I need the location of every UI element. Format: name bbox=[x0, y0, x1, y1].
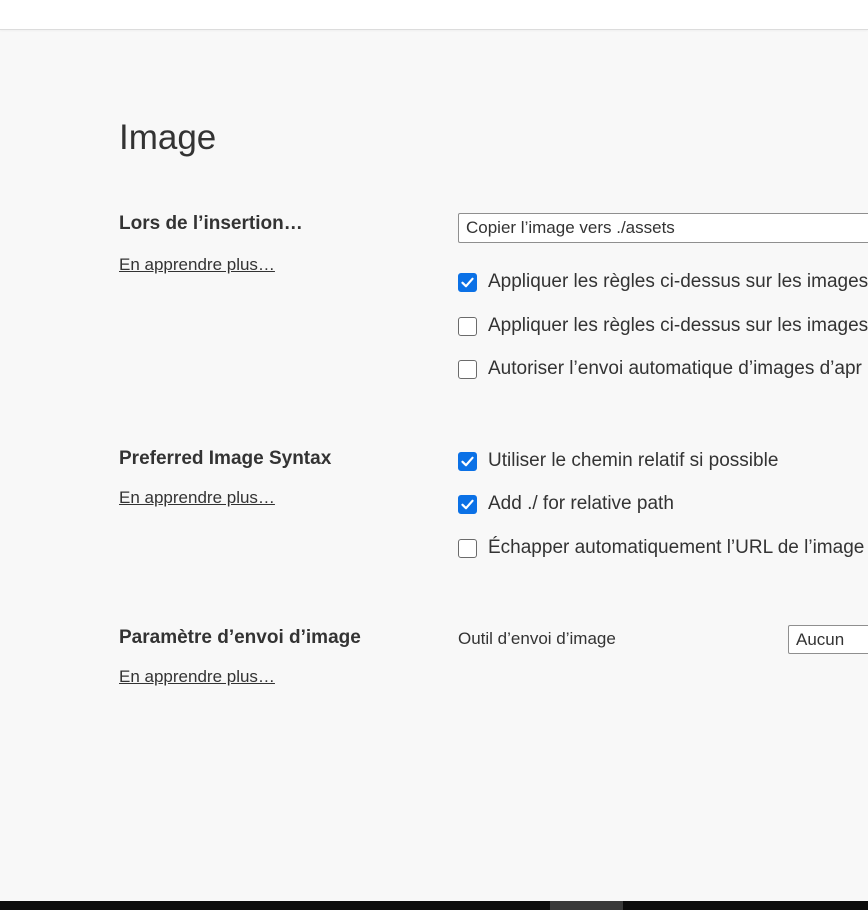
section-title-insertion: Lors de l’insertion… bbox=[119, 213, 303, 234]
checkbox-label: Échapper automatiquement l’URL de l’imag… bbox=[488, 537, 865, 558]
page-title: Image bbox=[119, 118, 217, 157]
checkbox-unchecked[interactable] bbox=[458, 360, 477, 379]
taskbar-active-item[interactable] bbox=[550, 901, 623, 910]
upload-tool-select[interactable]: Aucun bbox=[788, 625, 868, 654]
learn-more-link-upload[interactable]: En apprendre plus… bbox=[119, 666, 275, 688]
checkbox-label: Appliquer les règles ci-dessus sur les i… bbox=[488, 271, 868, 292]
checkbox-unchecked[interactable] bbox=[458, 539, 477, 558]
taskbar bbox=[0, 901, 868, 910]
checkbox-label: Autoriser l’envoi automatique d’images d… bbox=[488, 358, 862, 379]
insert-action-select[interactable]: Copier l’image vers ./assets bbox=[458, 213, 868, 243]
section-title-upload: Paramètre d’envoi d’image bbox=[119, 627, 361, 648]
checkbox-checked[interactable] bbox=[458, 452, 477, 471]
learn-more-link-insertion[interactable]: En apprendre plus… bbox=[119, 254, 275, 276]
settings-panel: Image Lors de l’insertion… En apprendre … bbox=[0, 30, 868, 901]
section-title-syntax: Preferred Image Syntax bbox=[119, 448, 332, 469]
checkbox-unchecked[interactable] bbox=[458, 317, 477, 336]
top-toolbar bbox=[0, 0, 868, 30]
checkbox-label: Appliquer les règles ci-dessus sur les i… bbox=[488, 315, 868, 336]
checkbox-checked[interactable] bbox=[458, 495, 477, 514]
checkmark-icon bbox=[461, 277, 474, 288]
checkbox-label: Utiliser le chemin relatif si possible bbox=[488, 450, 779, 471]
checkmark-icon bbox=[461, 456, 474, 467]
upload-tool-label: Outil d’envoi d’image bbox=[458, 629, 616, 648]
checkbox-label: Add ./ for relative path bbox=[488, 493, 674, 514]
checkmark-icon bbox=[461, 499, 474, 510]
learn-more-link-syntax[interactable]: En apprendre plus… bbox=[119, 487, 275, 509]
checkbox-checked[interactable] bbox=[458, 273, 477, 292]
